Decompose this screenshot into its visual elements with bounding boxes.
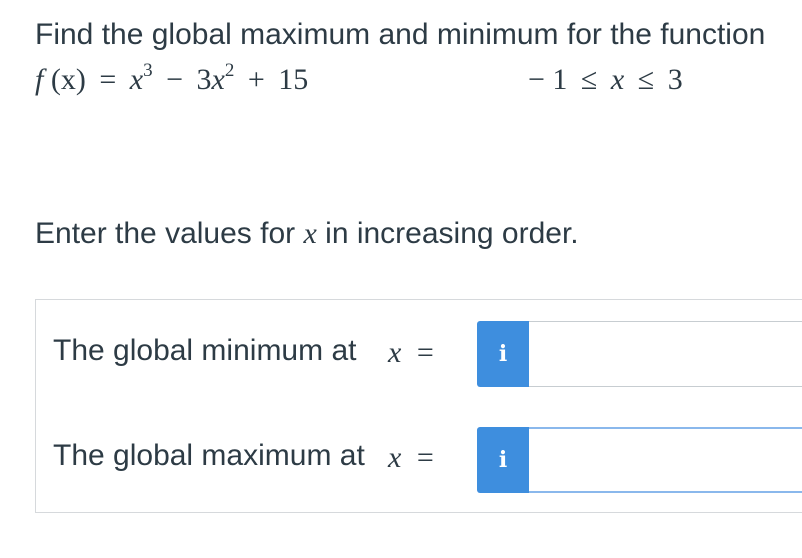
- domain-leq-1: ≤: [580, 63, 598, 96]
- term1-exponent: 3: [143, 60, 153, 81]
- term2-coefficient: 3: [196, 63, 212, 96]
- maximum-label: The global maximum at: [53, 439, 365, 472]
- minimum-math: x =: [388, 335, 434, 371]
- domain-leq-2: ≤: [637, 63, 655, 96]
- info-icon: i: [498, 341, 508, 367]
- domain-var: x: [610, 63, 625, 96]
- domain-lower: − 1: [528, 63, 568, 96]
- plus-sign: +: [247, 63, 265, 96]
- minimum-info-button[interactable]: i: [477, 321, 529, 387]
- function-arg: (x): [50, 63, 86, 96]
- info-icon: i: [498, 447, 508, 473]
- function-expression: f (x) = x3 − 3x2 + 15: [35, 60, 309, 98]
- term2-exponent: 2: [224, 60, 235, 81]
- term1-base: x: [129, 63, 144, 96]
- instruction-after: in increasing order.: [316, 217, 579, 250]
- minimum-var: x: [388, 336, 402, 369]
- function-name: f: [35, 63, 44, 96]
- domain-upper: 3: [667, 63, 683, 96]
- maximum-var: x: [388, 441, 402, 474]
- constant-term: 15: [278, 63, 309, 96]
- maximum-info-button[interactable]: i: [477, 427, 529, 493]
- instruction-var: x: [303, 217, 317, 250]
- minimum-equals: =: [416, 336, 434, 369]
- instruction-before: Enter the values for: [35, 217, 304, 250]
- maximum-equals: =: [416, 441, 434, 474]
- minimum-answer-input[interactable]: [529, 321, 802, 387]
- equals-sign: =: [99, 63, 117, 96]
- domain-expression: − 1 ≤ x ≤ 3: [528, 62, 683, 98]
- maximum-math: x =: [388, 440, 434, 476]
- instruction-text: Enter the values for x in increasing ord…: [35, 216, 579, 252]
- minimum-label: The global minimum at: [53, 334, 357, 367]
- minus-sign: −: [166, 63, 183, 96]
- maximum-answer-input[interactable]: [529, 427, 802, 493]
- question-prompt: Find the global maximum and minimum for …: [35, 18, 766, 51]
- term2-base: x: [211, 63, 225, 96]
